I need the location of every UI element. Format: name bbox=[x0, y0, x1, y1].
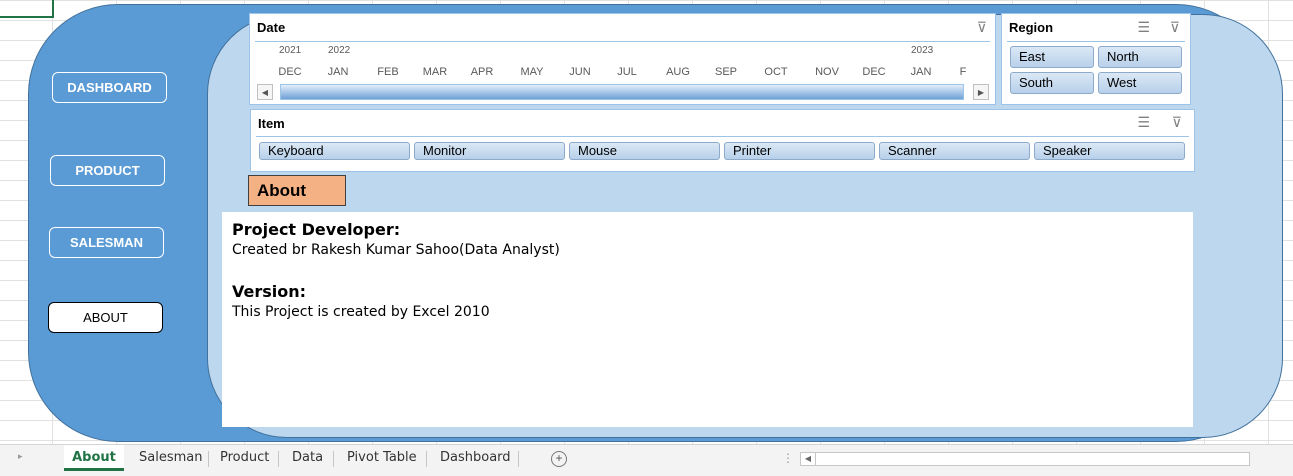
month-label: MAR bbox=[422, 66, 448, 78]
month-label: DEC bbox=[862, 66, 886, 78]
item-chip-speaker[interactable]: Speaker bbox=[1034, 142, 1185, 160]
clear-filter-icon[interactable]: ⊽ bbox=[977, 19, 987, 36]
timeline-scroll-left-icon[interactable]: ◀ bbox=[257, 84, 273, 100]
item-slicer[interactable]: Item ☰ ⊽ Keyboard Monitor Mouse Printer … bbox=[250, 109, 1195, 172]
item-chip-printer[interactable]: Printer bbox=[724, 142, 875, 160]
tab-divider bbox=[426, 451, 427, 467]
scroll-left-icon[interactable]: ◀ bbox=[801, 453, 816, 465]
tab-product[interactable]: Product bbox=[220, 445, 269, 471]
add-sheet-icon[interactable]: + bbox=[551, 451, 567, 467]
month-label: SEP bbox=[714, 66, 738, 78]
dashboard-button[interactable]: DASHBOARD bbox=[52, 72, 167, 103]
region-chip-south[interactable]: South bbox=[1010, 72, 1094, 94]
tab-about[interactable]: About bbox=[64, 445, 124, 471]
item-chip-mouse[interactable]: Mouse bbox=[569, 142, 720, 160]
date-timeline-slicer[interactable]: Date ⊽ 2021 2022 2023 DEC JAN FEB MAR AP… bbox=[249, 13, 996, 105]
month-label: AUG bbox=[666, 66, 690, 78]
tab-salesman[interactable]: Salesman bbox=[139, 445, 202, 471]
tab-dashboard[interactable]: Dashboard bbox=[440, 445, 511, 471]
year-label: 2021 bbox=[279, 45, 302, 56]
tab-pivot-table[interactable]: Pivot Table bbox=[347, 445, 417, 471]
tab-scroll-icon[interactable]: ▸ bbox=[18, 451, 23, 462]
clear-filter-icon[interactable]: ⊽ bbox=[1172, 114, 1182, 131]
date-slicer-title: Date bbox=[257, 20, 286, 35]
region-chip-west[interactable]: West bbox=[1098, 72, 1182, 94]
about-section-label: About bbox=[248, 175, 346, 206]
month-label: JUN bbox=[569, 66, 591, 78]
tab-data[interactable]: Data bbox=[292, 445, 323, 471]
year-label: 2023 bbox=[911, 45, 934, 56]
tab-divider bbox=[208, 451, 209, 467]
month-label: DEC bbox=[278, 66, 302, 78]
selected-cell[interactable] bbox=[0, 0, 54, 18]
slicer-divider bbox=[255, 41, 990, 42]
month-label: OCT bbox=[764, 66, 788, 78]
item-chip-keyboard[interactable]: Keyboard bbox=[259, 142, 410, 160]
developer-text: Created br Rakesh Kumar Sahoo(Data Analy… bbox=[232, 242, 560, 258]
sheet-tab-bar: ▸ About Salesman Product Data Pivot Tabl… bbox=[0, 444, 1293, 476]
region-slicer-title: Region bbox=[1009, 20, 1054, 35]
horizontal-scrollbar[interactable]: ◀ bbox=[800, 452, 1250, 466]
developer-heading: Project Developer: bbox=[232, 220, 401, 239]
version-heading: Version: bbox=[232, 282, 307, 301]
split-handle-icon[interactable]: ⋮ bbox=[782, 451, 794, 465]
month-label: JAN bbox=[327, 66, 349, 78]
month-label: JUL bbox=[617, 66, 637, 78]
product-button[interactable]: PRODUCT bbox=[50, 155, 165, 186]
item-chip-monitor[interactable]: Monitor bbox=[414, 142, 565, 160]
month-label: NOV bbox=[815, 66, 839, 78]
timeline-selection-bar[interactable] bbox=[280, 84, 964, 100]
item-slicer-title: Item bbox=[258, 116, 285, 131]
item-chip-scanner[interactable]: Scanner bbox=[879, 142, 1030, 160]
salesman-button[interactable]: SALESMAN bbox=[49, 227, 164, 258]
timeline-scroll-right-icon[interactable]: ▶ bbox=[973, 84, 989, 100]
tab-divider bbox=[518, 451, 519, 467]
slicer-divider bbox=[1007, 41, 1185, 42]
month-label: MAY bbox=[520, 66, 544, 78]
about-content-area: Project Developer: Created br Rakesh Kum… bbox=[222, 212, 1193, 427]
year-label: 2022 bbox=[328, 45, 351, 56]
tab-divider bbox=[333, 451, 334, 467]
region-chip-north[interactable]: North bbox=[1098, 46, 1182, 68]
multi-select-icon[interactable]: ☰ bbox=[1137, 19, 1150, 36]
tab-divider bbox=[278, 451, 279, 467]
region-slicer[interactable]: Region ☰ ⊽ East North South West bbox=[1001, 13, 1191, 105]
clear-filter-icon[interactable]: ⊽ bbox=[1170, 19, 1180, 36]
month-label: F bbox=[959, 66, 967, 78]
multi-select-icon[interactable]: ☰ bbox=[1137, 114, 1150, 131]
month-label: APR bbox=[470, 66, 494, 78]
region-chip-east[interactable]: East bbox=[1010, 46, 1094, 68]
about-button[interactable]: ABOUT bbox=[48, 302, 163, 333]
slicer-divider bbox=[256, 136, 1189, 137]
month-label: FEB bbox=[377, 66, 399, 78]
month-label: JAN bbox=[910, 66, 932, 78]
version-text: This Project is created by Excel 2010 bbox=[232, 304, 490, 320]
